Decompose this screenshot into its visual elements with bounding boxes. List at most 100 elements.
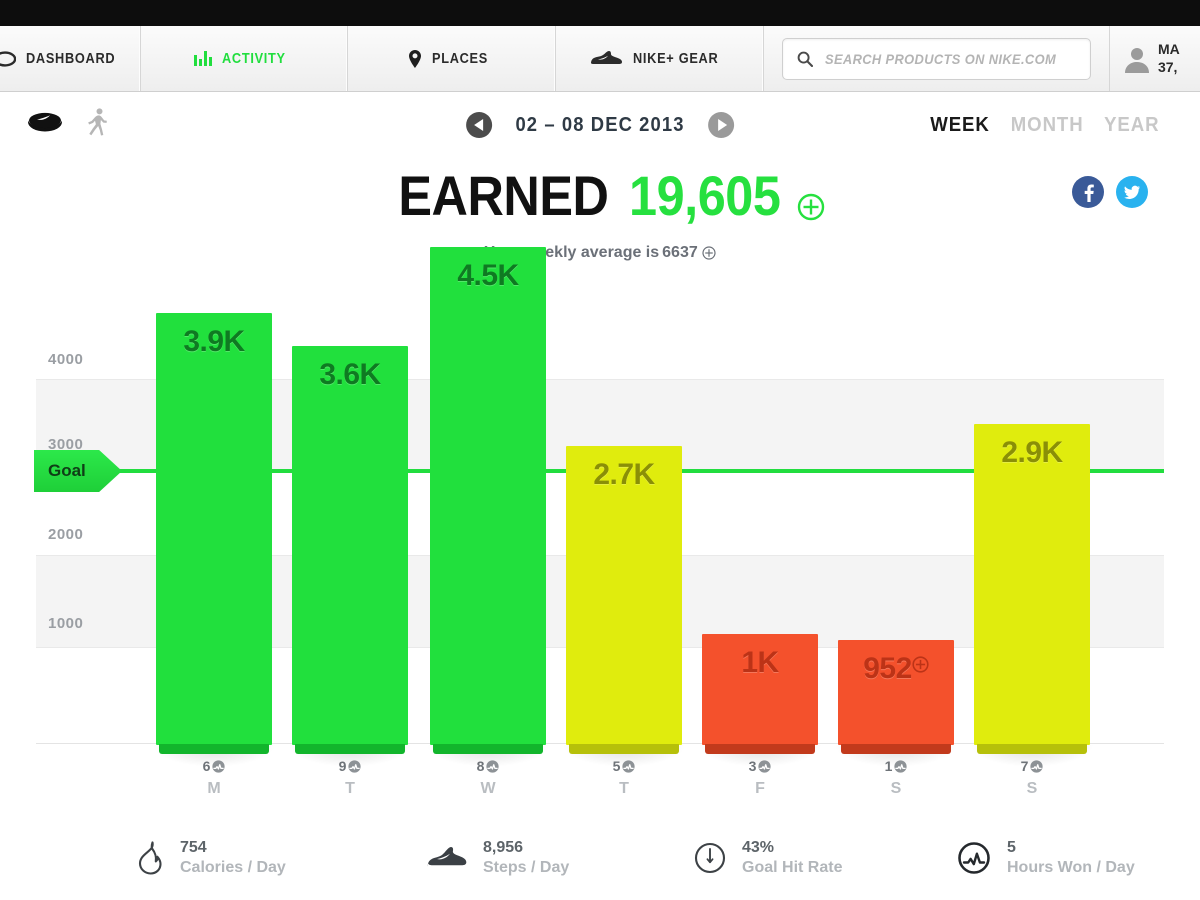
stat-value-calories: 754 <box>180 838 207 856</box>
x-axis-tick-5: 1S <box>838 758 954 798</box>
bar-base <box>159 744 269 754</box>
nav-item-dashboard[interactable]: DASHBOARD <box>0 26 141 91</box>
bar-base <box>433 744 543 754</box>
hours-won-icon <box>957 841 991 875</box>
social-share-buttons <box>1072 176 1148 208</box>
facebook-share-button[interactable] <box>1072 176 1104 208</box>
bar[interactable]: 4.5K <box>430 247 546 745</box>
nav-item-activity[interactable]: ACTIVITY <box>141 26 349 91</box>
stat-calories: 754 Calories / Day <box>0 828 379 888</box>
bar-value-label: 1K <box>741 646 779 679</box>
hours-won-icon <box>486 759 500 773</box>
bar-base <box>977 744 1087 754</box>
nav-user-text: MA 37, <box>1158 41 1180 76</box>
bar[interactable]: 2.9K <box>974 424 1090 745</box>
twitter-share-button[interactable] <box>1116 176 1148 208</box>
x-axis-day-label: F <box>755 780 765 797</box>
x-axis-tick-3: 5T <box>566 758 682 798</box>
clock-icon <box>694 842 726 874</box>
stat-goal-hit-rate: 43% Goal Hit Rate <box>668 828 937 888</box>
bar[interactable]: 3.6K <box>292 346 408 745</box>
hours-won-count: 1 <box>838 758 954 774</box>
twitter-icon <box>1124 185 1140 200</box>
x-axis-day-label: T <box>619 780 629 797</box>
weekly-average-line: Your weekly average is 6637 <box>0 244 1200 262</box>
nav-label-places: PLACES <box>431 50 488 67</box>
bar-value-label: 2.7K <box>593 458 655 491</box>
nav-item-places[interactable]: PLACES <box>348 26 557 91</box>
hours-won-icon <box>212 759 226 773</box>
top-black-bar <box>0 0 1200 26</box>
hours-won-icon <box>758 759 772 773</box>
nav-user-name: MA <box>1157 41 1180 57</box>
search-icon <box>797 51 813 67</box>
running-icon[interactable] <box>86 108 108 136</box>
chevron-left-icon <box>473 119 483 131</box>
range-toggle: WEEK MONTH YEAR <box>928 114 1162 137</box>
stat-steps: 8,956 Steps / Day <box>379 828 668 888</box>
bar[interactable]: 952 <box>838 640 954 745</box>
bar-base <box>705 744 815 754</box>
nav-item-nike-gear[interactable]: NIKE+ GEAR <box>556 26 764 91</box>
stat-text-goal-hit-rate: 43% Goal Hit Rate <box>742 838 842 879</box>
page-title: EARNED 19,605 <box>375 168 825 230</box>
device-mode-icons <box>26 108 108 136</box>
search-placeholder: SEARCH PRODUCTS ON NIKE.COM <box>824 50 1056 67</box>
hours-won-count: 8 <box>430 758 546 774</box>
stat-text-steps: 8,956 Steps / Day <box>483 838 569 879</box>
nikefuel-icon <box>912 656 929 673</box>
stat-label-steps: Steps / Day <box>483 859 570 876</box>
hours-won-count: 6 <box>156 758 272 774</box>
weekly-average-value: 6637 <box>662 244 698 261</box>
bar[interactable]: 3.9K <box>156 313 272 745</box>
stat-label-hours-won: Hours Won / Day <box>1007 859 1135 876</box>
prev-week-button[interactable] <box>466 112 493 138</box>
nav-user-fuel: 37, <box>1157 58 1178 75</box>
stat-value-goal-hit-rate: 43% <box>742 838 775 856</box>
x-axis-tick-2: 8W <box>430 758 546 798</box>
summary-stats: 754 Calories / Day 8,956 Steps / Day 43%… <box>0 828 1200 888</box>
stat-value-steps: 8,956 <box>483 838 524 856</box>
range-option-week[interactable]: WEEK <box>930 114 990 137</box>
bar-chart-icon <box>193 51 212 66</box>
date-range-nav: 02 – 08 DEC 2013 <box>466 112 734 138</box>
stat-text-calories: 754 Calories / Day <box>180 838 286 879</box>
nav-user-profile[interactable]: MA 37, <box>1110 26 1200 91</box>
next-week-button[interactable] <box>707 112 734 138</box>
bar-value-label: 3.6K <box>319 358 381 391</box>
map-pin-icon <box>408 49 422 68</box>
avatar-icon <box>1124 45 1150 73</box>
date-range-label: 02 – 08 DEC 2013 <box>515 113 685 136</box>
bar-base <box>841 744 951 754</box>
chart-plot-area: 4000 3000 2000 1000 Goal 3.9K 3.6K 4.5K 2.7… <box>34 247 1164 797</box>
x-axis-tick-0: 6M <box>156 758 272 798</box>
bar[interactable]: 2.7K <box>566 446 682 745</box>
hours-won-count: 3 <box>702 758 818 774</box>
bar[interactable]: 1K <box>702 634 818 745</box>
range-option-month[interactable]: MONTH <box>1011 114 1084 137</box>
fuelband-icon <box>0 48 17 70</box>
x-axis-day-label: S <box>890 780 902 797</box>
headline-prefix: EARNED <box>398 164 609 227</box>
bar-value-label: 4.5K <box>457 259 519 292</box>
nav-label-nike-gear: NIKE+ GEAR <box>632 50 719 67</box>
fuelband-icon[interactable] <box>26 109 64 135</box>
hours-won-icon <box>622 759 636 773</box>
nav-label-dashboard: DASHBOARD <box>26 50 116 67</box>
bar-base <box>295 744 405 754</box>
nikefuel-icon <box>797 174 825 230</box>
hours-won-icon <box>1030 759 1044 773</box>
bar-value-label: 3.9K <box>183 325 245 358</box>
stat-label-calories: Calories / Day <box>180 859 286 876</box>
bar-value-label: 952 <box>838 652 954 686</box>
x-axis-day-label: T <box>345 780 355 797</box>
nav-label-activity: ACTIVITY <box>221 50 286 67</box>
nikefuel-icon <box>702 246 716 260</box>
hours-won-count: 9 <box>292 758 408 774</box>
range-option-year[interactable]: YEAR <box>1105 114 1160 137</box>
search-input[interactable]: SEARCH PRODUCTS ON NIKE.COM <box>781 37 1091 80</box>
facebook-icon <box>1084 184 1094 202</box>
shoe-icon <box>589 50 623 68</box>
main-navigation: DASHBOARD ACTIVITY PLACES NIKE+ GEAR SEA… <box>0 26 1200 92</box>
hours-won-icon <box>894 759 908 773</box>
